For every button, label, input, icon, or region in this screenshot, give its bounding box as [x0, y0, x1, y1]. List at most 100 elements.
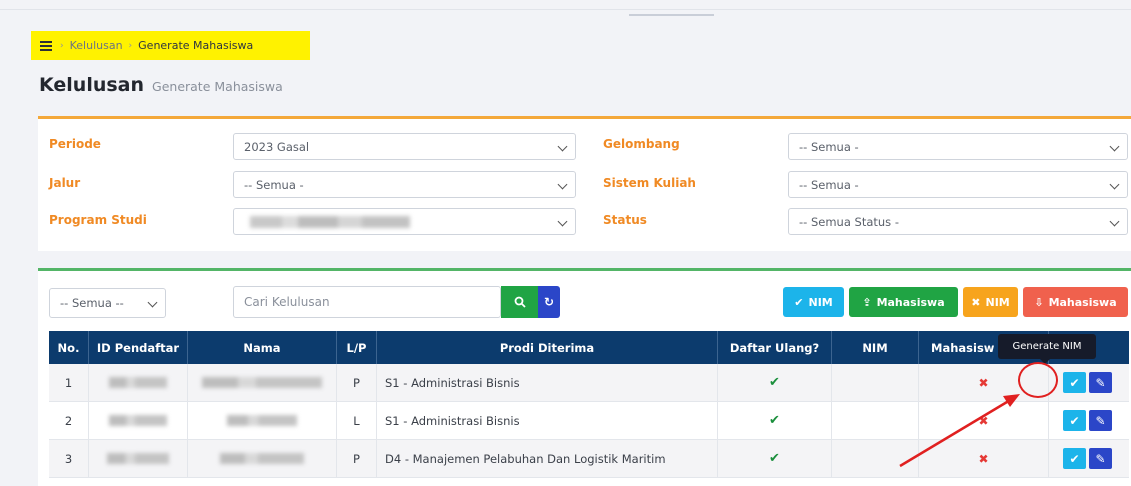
chevron-down-icon [557, 216, 568, 227]
pencil-icon: ✎ [1095, 451, 1106, 466]
jalur-label: Jalur [49, 176, 81, 190]
table-row: 1 P S1 - Administrasi Bisnis ✔ ✖ ✔ ✎ [49, 364, 1129, 402]
cell-lp: P [337, 364, 377, 401]
col-nim[interactable]: NIM [832, 331, 919, 364]
cell-no: 1 [49, 364, 89, 401]
download-icon: ⇩ [1034, 295, 1044, 309]
search-input[interactable]: Cari Kelulusan [233, 286, 501, 318]
cell-no: 3 [49, 440, 89, 477]
gelombang-value: -- Semua - [799, 139, 859, 154]
btn-label: Mahasiswa [1048, 295, 1117, 309]
row-filter-select[interactable]: -- Semua -- [49, 288, 166, 318]
periode-select[interactable]: 2023 Gasal [233, 133, 576, 160]
chevron-down-icon [1109, 141, 1120, 152]
btn-label: Mahasiswa [876, 295, 945, 309]
jalur-value: -- Semua - [244, 177, 304, 192]
pencil-icon: ✎ [1095, 413, 1106, 428]
breadcrumb-current: Generate Mahasiswa [138, 39, 254, 52]
col-prodi[interactable]: Prodi Diterima [377, 331, 718, 364]
generate-nim-button[interactable]: ✔ [1063, 448, 1086, 469]
page-title: Kelulusan Generate Mahasiswa [39, 74, 283, 96]
redacted-id [109, 377, 167, 388]
table-header: No. ID Pendaftar Nama L/P Prodi Diterima… [49, 331, 1129, 364]
status-select[interactable]: -- Semua Status - [788, 208, 1128, 235]
cell-prodi: S1 - Administrasi Bisnis [377, 364, 718, 401]
cell-actions: ✔ ✎ [1049, 440, 1129, 477]
cell-actions: ✔ ✎ [1049, 364, 1129, 401]
generate-nim-button[interactable]: ✔ [1063, 410, 1086, 431]
tooltip: Generate NIM [998, 334, 1096, 364]
table-row: 2 L S1 - Administrasi Bisnis ✔ ✖ ✔ ✎ [49, 402, 1129, 440]
filter-panel: Periode 2023 Gasal Gelombang -- Semua - … [38, 116, 1131, 251]
chevron-down-icon [557, 179, 568, 190]
cell-id-pendaftar [89, 402, 188, 439]
redacted-name [227, 415, 297, 426]
redacted-name [202, 377, 322, 388]
gelombang-select[interactable]: -- Semua - [788, 133, 1128, 160]
x-icon: ✖ [978, 451, 989, 466]
edit-button[interactable]: ✎ [1089, 448, 1112, 469]
check-icon: ✔ [1069, 413, 1080, 428]
breadcrumb: › Kelulusan › Generate Mahasiswa [31, 31, 310, 60]
check-icon: ✔ [1069, 451, 1080, 466]
refresh-button[interactable]: ↻ [538, 286, 560, 318]
chevron-right-icon: › [128, 40, 133, 51]
cell-lp: L [337, 402, 377, 439]
status-value: -- Semua Status - [799, 214, 899, 229]
cell-id-pendaftar [89, 440, 188, 477]
edit-button[interactable]: ✎ [1089, 410, 1112, 431]
col-daftar-ulang[interactable]: Daftar Ulang? [718, 331, 832, 364]
generate-nim-all-button[interactable]: ✔ NIM [783, 287, 844, 317]
breadcrumb-section[interactable]: Kelulusan [70, 39, 123, 52]
refresh-icon: ↻ [543, 295, 555, 309]
hamburger-menu-icon[interactable] [40, 41, 52, 51]
chevron-down-icon [1109, 179, 1120, 190]
cell-daftar-ulang: ✔ [718, 364, 832, 401]
cell-mahasiswa: ✖ [919, 440, 1049, 477]
delete-nim-button[interactable]: ✖ NIM [963, 287, 1018, 317]
search-placeholder: Cari Kelulusan [244, 295, 330, 309]
cell-id-pendaftar [89, 364, 188, 401]
table-row: 3 P D4 - Manajemen Pelabuhan Dan Logisti… [49, 440, 1129, 478]
chevron-down-icon [1109, 216, 1120, 227]
program-studi-select[interactable] [233, 208, 576, 235]
edit-button[interactable]: ✎ [1089, 372, 1112, 393]
btn-label: NIM [985, 295, 1010, 309]
page-title-sub: Generate Mahasiswa [152, 79, 283, 94]
cell-nim [832, 364, 919, 401]
cell-nim [832, 402, 919, 439]
cell-nama [188, 364, 337, 401]
search-icon [514, 296, 526, 308]
check-icon: ✔ [1069, 375, 1080, 390]
redacted-name [220, 453, 304, 464]
redacted-id [107, 453, 169, 464]
sistem-kuliah-select[interactable]: -- Semua - [788, 171, 1128, 198]
sistem-kuliah-label: Sistem Kuliah [603, 176, 696, 190]
redacted-id [109, 415, 167, 426]
cell-nama [188, 440, 337, 477]
cell-no: 2 [49, 402, 89, 439]
download-mahasiswa-button[interactable]: ⇩ Mahasiswa [1023, 287, 1128, 317]
cell-actions: ✔ ✎ [1049, 402, 1129, 439]
cell-prodi: S1 - Administrasi Bisnis [377, 402, 718, 439]
col-lp[interactable]: L/P [337, 331, 377, 364]
table-panel: -- Semua -- Cari Kelulusan ↻ ✔ NIM ⇪ Mahas… [38, 268, 1131, 486]
periode-value: 2023 Gasal [244, 139, 310, 154]
annotation-circle [1018, 362, 1058, 398]
search-button[interactable] [501, 286, 538, 318]
generate-mahasiswa-button[interactable]: ⇪ Mahasiswa [849, 287, 958, 317]
generate-nim-button[interactable]: ✔ [1063, 372, 1086, 393]
col-no[interactable]: No. [49, 331, 89, 364]
cell-mahasiswa: ✖ [919, 402, 1049, 439]
sistem-kuliah-value: -- Semua - [799, 177, 859, 192]
upload-icon: ⇪ [862, 295, 872, 309]
x-icon: ✖ [978, 375, 989, 390]
col-id-pendaftar[interactable]: ID Pendaftar [89, 331, 188, 364]
jalur-select[interactable]: -- Semua - [233, 171, 576, 198]
tab-indicator [629, 14, 714, 16]
cell-daftar-ulang: ✔ [718, 440, 832, 477]
status-label: Status [603, 213, 647, 227]
col-nama[interactable]: Nama [188, 331, 337, 364]
cell-nim [832, 440, 919, 477]
x-icon: ✖ [978, 413, 989, 428]
